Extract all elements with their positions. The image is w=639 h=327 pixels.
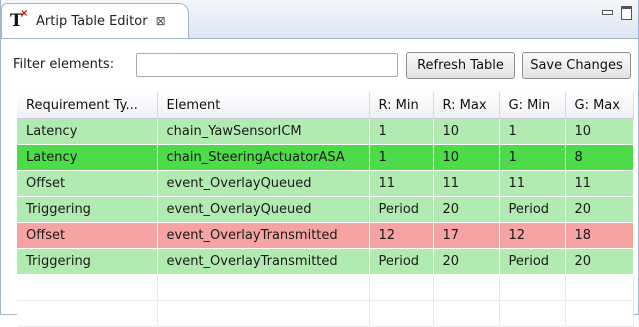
cell-g-max[interactable]: 20 — [565, 248, 634, 275]
cell-r-max[interactable]: 10 — [433, 144, 500, 171]
cell-r-min[interactable]: Period — [369, 196, 434, 223]
table-row[interactable]: Triggering event_OverlayQueued Period 20… — [17, 196, 634, 223]
column-header-r-min[interactable]: R: Min — [369, 92, 434, 119]
cell-r-min[interactable]: Period — [369, 248, 434, 275]
column-header-g-min[interactable]: G: Min — [499, 92, 566, 119]
cell-g-min[interactable]: 1 — [499, 118, 566, 145]
cell-element[interactable]: event_OverlayQueued — [157, 196, 370, 223]
cell-requirement-type[interactable]: Offset — [17, 170, 158, 197]
view-tab-strip: T × Artip Table Editor ⊠ — [1, 0, 638, 39]
table-row[interactable]: Latency chain_SteeringActuatorASA 1 10 1… — [17, 144, 634, 171]
cell-r-max[interactable]: 20 — [433, 248, 500, 275]
column-header-element[interactable]: Element — [157, 92, 370, 119]
cell-g-max[interactable]: 8 — [565, 144, 634, 171]
table-row[interactable]: Triggering event_OverlayTransmitted Peri… — [17, 248, 634, 275]
close-icon[interactable]: ⊠ — [156, 14, 166, 28]
filter-input[interactable] — [136, 53, 398, 77]
cell-g-min[interactable]: 12 — [499, 222, 566, 249]
cell-element[interactable]: chain_SteeringActuatorASA — [157, 144, 370, 171]
cell-g-min[interactable]: Period — [499, 248, 566, 275]
tab-artip-table-editor[interactable]: T × Artip Table Editor ⊠ — [1, 3, 189, 38]
empty-table-row — [17, 274, 634, 301]
cell-r-max[interactable]: 10 — [433, 118, 500, 145]
cell-r-min[interactable]: 12 — [369, 222, 434, 249]
artip-table-editor-view: T × Artip Table Editor ⊠ Filter elements:… — [0, 0, 639, 327]
cell-r-max[interactable]: 17 — [433, 222, 500, 249]
tab-title: Artip Table Editor — [36, 13, 148, 29]
empty-table-row — [17, 300, 634, 327]
cell-g-max[interactable]: 11 — [565, 170, 634, 197]
cell-requirement-type[interactable]: Triggering — [17, 248, 158, 275]
column-header-requirement-type[interactable]: Requirement Ty... — [17, 92, 158, 119]
cell-element[interactable]: event_OverlayTransmitted — [157, 248, 370, 275]
table-row[interactable]: Offset event_OverlayTransmitted 12 17 12… — [17, 222, 634, 249]
cell-requirement-type[interactable]: Latency — [17, 118, 158, 145]
table-header-row: Requirement Ty... Element R: Min R: Max … — [17, 92, 634, 119]
cell-r-min[interactable]: 11 — [369, 170, 434, 197]
cell-r-min[interactable]: 1 — [369, 144, 434, 171]
cell-g-max[interactable]: 18 — [565, 222, 634, 249]
table-row[interactable]: Latency chain_YawSensorICM 1 10 1 10 — [17, 118, 634, 145]
cell-r-max[interactable]: 20 — [433, 196, 500, 223]
requirements-table: Requirement Ty... Element R: Min R: Max … — [17, 92, 634, 327]
cell-g-max[interactable]: 20 — [565, 196, 634, 223]
cell-g-max[interactable]: 10 — [565, 118, 634, 145]
column-header-r-max[interactable]: R: Max — [433, 92, 500, 119]
cell-g-min[interactable]: Period — [499, 196, 566, 223]
filter-bar: Filter elements: Refresh Table Save Chan… — [1, 50, 638, 82]
window-controls — [602, 6, 632, 20]
artip-t-icon: T × — [10, 8, 29, 31]
cell-g-min[interactable]: 1 — [499, 144, 566, 171]
save-changes-button[interactable]: Save Changes — [522, 52, 631, 79]
refresh-table-button[interactable]: Refresh Table — [406, 52, 515, 79]
cell-r-max[interactable]: 11 — [433, 170, 500, 197]
cell-g-min[interactable]: 11 — [499, 170, 566, 197]
cell-requirement-type[interactable]: Offset — [17, 222, 158, 249]
filter-label: Filter elements: — [13, 57, 115, 72]
column-header-g-max[interactable]: G: Max — [565, 92, 634, 119]
minimize-icon[interactable] — [602, 10, 613, 15]
cell-requirement-type[interactable]: Latency — [17, 144, 158, 171]
cell-r-min[interactable]: 1 — [369, 118, 434, 145]
table-row[interactable]: Offset event_OverlayQueued 11 11 11 11 — [17, 170, 634, 197]
cell-element[interactable]: event_OverlayQueued — [157, 170, 370, 197]
cell-requirement-type[interactable]: Triggering — [17, 196, 158, 223]
cell-element[interactable]: chain_YawSensorICM — [157, 118, 370, 145]
cell-element[interactable]: event_OverlayTransmitted — [157, 222, 370, 249]
maximize-icon[interactable] — [621, 6, 632, 20]
